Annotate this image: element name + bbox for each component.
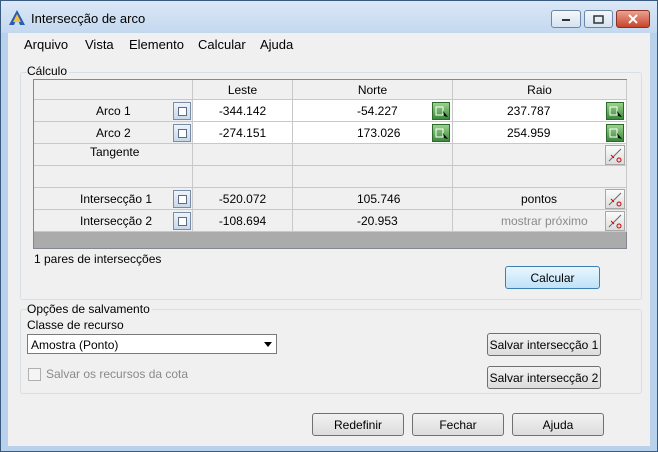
empty-leste-cell [193,166,293,188]
redefinir-button[interactable]: Redefinir [312,413,404,436]
dialog-body: Arquivo Vista Elemento Calcular Ajuda Cá… [8,33,650,446]
save-intersection-1-button[interactable]: Salvar intersecção 1 [487,333,601,356]
feature-class-label: Classe de recurso [27,318,124,332]
grid-corner [34,80,193,100]
save-options-group-label: Opções de salvamento [27,302,152,316]
interseccao2-leste-cell: -108.694 [193,210,293,232]
tangente-norte-cell [293,144,453,166]
chevron-down-icon [264,342,272,347]
select-interseccao2-button[interactable] [173,212,191,230]
maximize-button[interactable] [584,10,613,28]
empty-norte-cell [293,166,453,188]
calculo-group-label: Cálculo [27,64,70,78]
intersection1-point-button[interactable] [605,189,625,209]
col-header-norte: Norte [293,80,453,100]
interseccao1-leste-cell: -520.072 [193,188,293,210]
row-label-tangente: Tangente [34,144,193,166]
menu-bar: Arquivo Vista Elemento Calcular Ajuda [8,33,650,55]
fechar-button[interactable]: Fechar [412,413,504,436]
save-dimension-features-label: Salvar os recursos da cota [46,367,189,381]
select-element-icon [178,217,187,226]
menu-elemento[interactable]: Elemento [129,37,184,52]
pick-point-icon [435,106,448,117]
calculo-grid: Leste Norte Raio Arco 1 -344.142 -54.227… [33,79,627,249]
close-icon [628,14,638,24]
tangente-leste-cell [193,144,293,166]
pick-radius-arco2-button[interactable] [606,124,624,142]
pick-center-arco1-button[interactable] [432,102,450,120]
pick-radius-arco1-button[interactable] [606,102,624,120]
interseccao1-raio-cell: pontos [453,188,627,210]
maximize-icon [593,14,604,24]
arco2-norte-cell[interactable]: 173.026 [293,122,453,144]
calcular-button[interactable]: Calcular [505,266,600,289]
intersection-point-icon [608,192,622,207]
arco2-leste-cell[interactable]: -274.151 [193,122,293,144]
arco1-leste-cell[interactable]: -344.142 [193,100,293,122]
select-arco2-button[interactable] [173,124,191,142]
ajuda-button[interactable]: Ajuda [512,413,604,436]
menu-ajuda[interactable]: Ajuda [260,37,293,52]
select-arco1-button[interactable] [173,102,191,120]
feature-class-value: Amostra (Ponto) [31,338,119,352]
arco1-raio-cell[interactable]: 237.787 [453,100,627,122]
feature-class-dropdown[interactable]: Amostra (Ponto) [27,334,277,354]
intersections-count-status: 1 pares de intersecções [34,252,162,266]
menu-arquivo[interactable]: Arquivo [24,37,68,52]
interseccao1-norte-cell: 105.746 [293,188,453,210]
arco1-norte-cell[interactable]: -54.227 [293,100,453,122]
select-element-icon [178,107,187,116]
row-label-arco1: Arco 1 [34,100,193,122]
col-header-leste: Leste [193,80,293,100]
intersection2-point-button[interactable] [605,211,625,231]
select-element-icon [178,129,187,138]
pick-point-icon [609,128,622,139]
tangent-line-icon [608,148,622,163]
app-logo-icon [9,10,25,25]
select-element-icon [178,195,187,204]
interseccao2-raio-cell: mostrar próximo [453,210,627,232]
pick-center-arco2-button[interactable] [432,124,450,142]
row-label-interseccao2: Intersecção 2 [34,210,193,232]
select-interseccao1-button[interactable] [173,190,191,208]
row-label-interseccao1: Intersecção 1 [34,188,193,210]
minimize-button[interactable] [551,10,581,28]
row-label-arco2: Arco 2 [34,122,193,144]
arco2-raio-cell[interactable]: 254.959 [453,122,627,144]
interseccao2-norte-cell: -20.953 [293,210,453,232]
menu-vista[interactable]: Vista [85,37,114,52]
save-intersection-2-button[interactable]: Salvar intersecção 2 [487,366,601,389]
intersection-point-icon [608,214,622,229]
tangente-raio-cell [453,144,627,166]
row-label-empty [34,166,193,188]
window-title: Intersecção de arco [31,11,146,26]
pick-point-icon [435,128,448,139]
empty-raio-cell [453,166,627,188]
dialog-window: Intersecção de arco Arquivo Vista Elemen… [0,0,658,452]
title-bar[interactable]: Intersecção de arco [1,1,657,33]
menu-calcular[interactable]: Calcular [198,37,246,52]
save-dimension-features-checkbox[interactable] [28,368,41,381]
tangent-button[interactable] [605,145,625,165]
col-header-raio: Raio [453,80,627,100]
minimize-icon [562,19,570,21]
close-button[interactable] [616,10,650,28]
pick-point-icon [609,106,622,117]
